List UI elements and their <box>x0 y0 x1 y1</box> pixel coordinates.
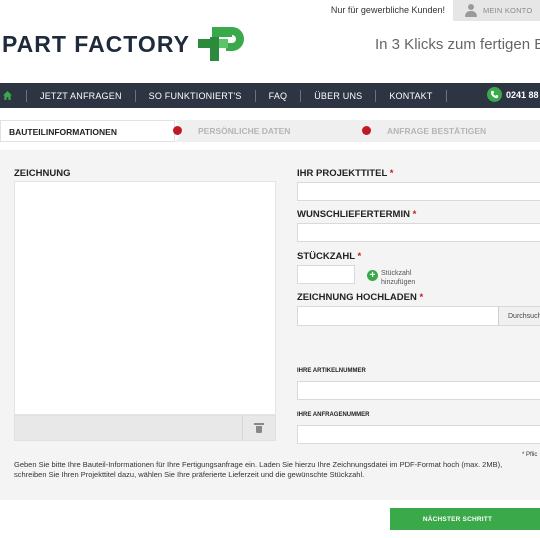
nav-home[interactable] <box>0 83 14 108</box>
logo-mark-icon <box>197 27 244 61</box>
article-number-input[interactable] <box>297 381 540 400</box>
step-indicator-icon <box>173 126 182 135</box>
quantity-input[interactable] <box>297 265 355 284</box>
account-button[interactable]: MEIN KONTO <box>453 0 540 21</box>
trash-icon[interactable] <box>254 423 264 433</box>
add-quantity-label: Stückzahl hinzufügen <box>381 270 416 286</box>
step-part-information: BAUTEILINFORMATIONEN <box>0 120 175 142</box>
brand-name: PART FACTORY <box>2 30 190 57</box>
step-personal-data: PERSÖNLICHE DATEN <box>198 126 291 136</box>
article-number-label: IHRE ARTIKELNUMMER <box>297 368 366 374</box>
logo[interactable]: PART FACTORY <box>2 27 244 61</box>
quantity-label: STÜCKZAHL * <box>297 251 362 262</box>
phone-number: 0241 88 <box>506 89 539 100</box>
progress-steps: BAUTEILINFORMATIONEN PERSÖNLICHE DATEN A… <box>0 120 540 142</box>
drawing-preview <box>14 181 276 415</box>
nav-item-request[interactable]: JETZT ANFRAGEN <box>27 91 135 101</box>
nav-item-how-it-works[interactable]: SO FUNKTIONIERT'S <box>136 91 255 101</box>
main-nav: JETZT ANFRAGEN SO FUNKTIONIERT'S FAQ ÜBE… <box>0 83 540 108</box>
top-bar: Nur für gewerbliche Kunden! MEIN KONTO <box>0 0 540 22</box>
project-title-input[interactable] <box>297 182 540 201</box>
next-step-button[interactable]: NÄCHSTER SCHRITT <box>390 508 540 530</box>
page: Nur für gewerbliche Kunden! MEIN KONTO P… <box>0 0 540 538</box>
part-info-form: ZEICHNUNG IHR PROJEKTTITEL * WUNSCHLIEFE… <box>0 150 540 500</box>
nav-separator <box>445 89 447 102</box>
project-title-label: IHR PROJEKTTITEL * <box>297 168 394 179</box>
add-quantity-button[interactable]: + Stückzahl hinzufügen <box>367 269 415 287</box>
phone-icon <box>487 87 502 102</box>
phone-contact[interactable]: 0241 88 <box>487 87 539 102</box>
business-customers-notice: Nur für gewerbliche Kunden! <box>330 5 445 15</box>
nav-item-about[interactable]: ÜBER UNS <box>301 91 375 101</box>
upload-file-input[interactable] <box>297 306 499 326</box>
upload-drawing-label: ZEICHNUNG HOCHLADEN * <box>297 292 424 303</box>
request-number-input[interactable] <box>297 425 540 444</box>
home-icon <box>2 91 12 100</box>
step-label: BAUTEILINFORMATIONEN <box>9 127 117 137</box>
step-indicator-icon <box>362 126 371 135</box>
delivery-date-label: WUNSCHLIEFERTERMIN * <box>297 209 417 220</box>
request-number-label: IHRE ANFRAGENUMMER <box>297 412 370 418</box>
required-fields-note: * Pflic <box>522 452 538 458</box>
toolbar-divider <box>242 416 243 440</box>
account-label: MEIN KONTO <box>483 6 533 15</box>
user-icon <box>465 4 477 17</box>
nav-item-contact[interactable]: KONTAKT <box>376 91 445 101</box>
slogan: In 3 Klicks zum fertigen Ba <box>375 36 540 53</box>
drawing-label: ZEICHNUNG <box>14 168 71 179</box>
nav-item-faq[interactable]: FAQ <box>256 91 301 101</box>
step-confirm-request: ANFRAGE BESTÄTIGEN <box>387 126 487 136</box>
drawing-toolbar <box>14 415 276 441</box>
help-text: Geben Sie bitte Ihre Bauteil-Information… <box>14 460 503 479</box>
delivery-date-input[interactable] <box>297 223 540 242</box>
plus-icon: + <box>367 270 378 281</box>
browse-button[interactable]: Durchsuch <box>498 306 540 326</box>
